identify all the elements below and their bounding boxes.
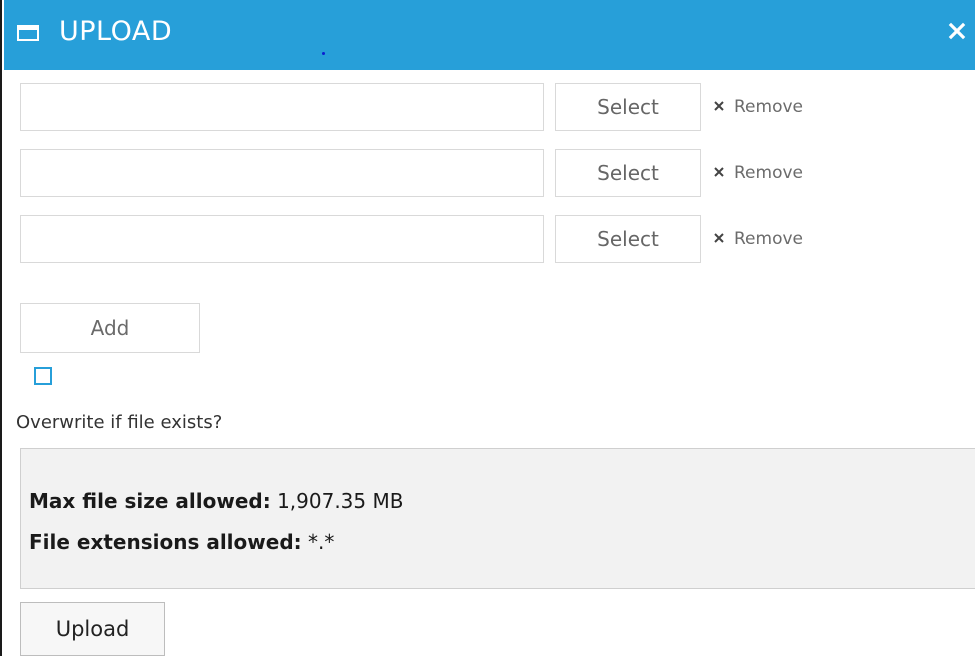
close-icon[interactable] [942, 16, 972, 46]
window-icon [17, 25, 39, 41]
cursor-dot [322, 52, 325, 55]
extensions-label: File extensions allowed: [29, 530, 302, 554]
file-row: Select Remove [20, 215, 840, 263]
file-path-input[interactable] [20, 83, 544, 131]
extensions-line: File extensions allowed: *.* [29, 528, 334, 556]
file-path-input[interactable] [20, 149, 544, 197]
title-bar: UPLOAD [4, 0, 975, 70]
select-button[interactable]: Select [555, 83, 701, 131]
add-button[interactable]: Add [20, 303, 200, 353]
max-size-value: 1,907.35 MB [277, 489, 404, 513]
max-size-label: Max file size allowed: [29, 489, 271, 513]
remove-label: Remove [734, 97, 803, 117]
remove-label: Remove [734, 229, 803, 249]
dialog-title: UPLOAD [59, 16, 173, 47]
remove-link[interactable]: Remove [712, 215, 803, 263]
select-button[interactable]: Select [555, 149, 701, 197]
file-path-input[interactable] [20, 215, 544, 263]
extensions-value: *.* [308, 530, 335, 554]
file-row: Select Remove [20, 149, 840, 197]
close-icon [714, 101, 724, 111]
max-size-line: Max file size allowed: 1,907.35 MB [29, 487, 403, 515]
remove-link[interactable]: Remove [712, 83, 803, 131]
upload-dialog: UPLOAD Select Remove Select Remove Selec… [0, 0, 975, 656]
select-button[interactable]: Select [555, 215, 701, 263]
overwrite-checkbox[interactable] [34, 367, 52, 385]
upload-info-panel: Max file size allowed: 1,907.35 MB File … [20, 448, 975, 589]
remove-label: Remove [734, 163, 803, 183]
close-icon [714, 167, 724, 177]
file-row: Select Remove [20, 83, 840, 131]
overwrite-label: Overwrite if file exists? [16, 412, 223, 433]
close-icon [714, 233, 724, 243]
remove-link[interactable]: Remove [712, 149, 803, 197]
upload-button[interactable]: Upload [20, 602, 165, 656]
